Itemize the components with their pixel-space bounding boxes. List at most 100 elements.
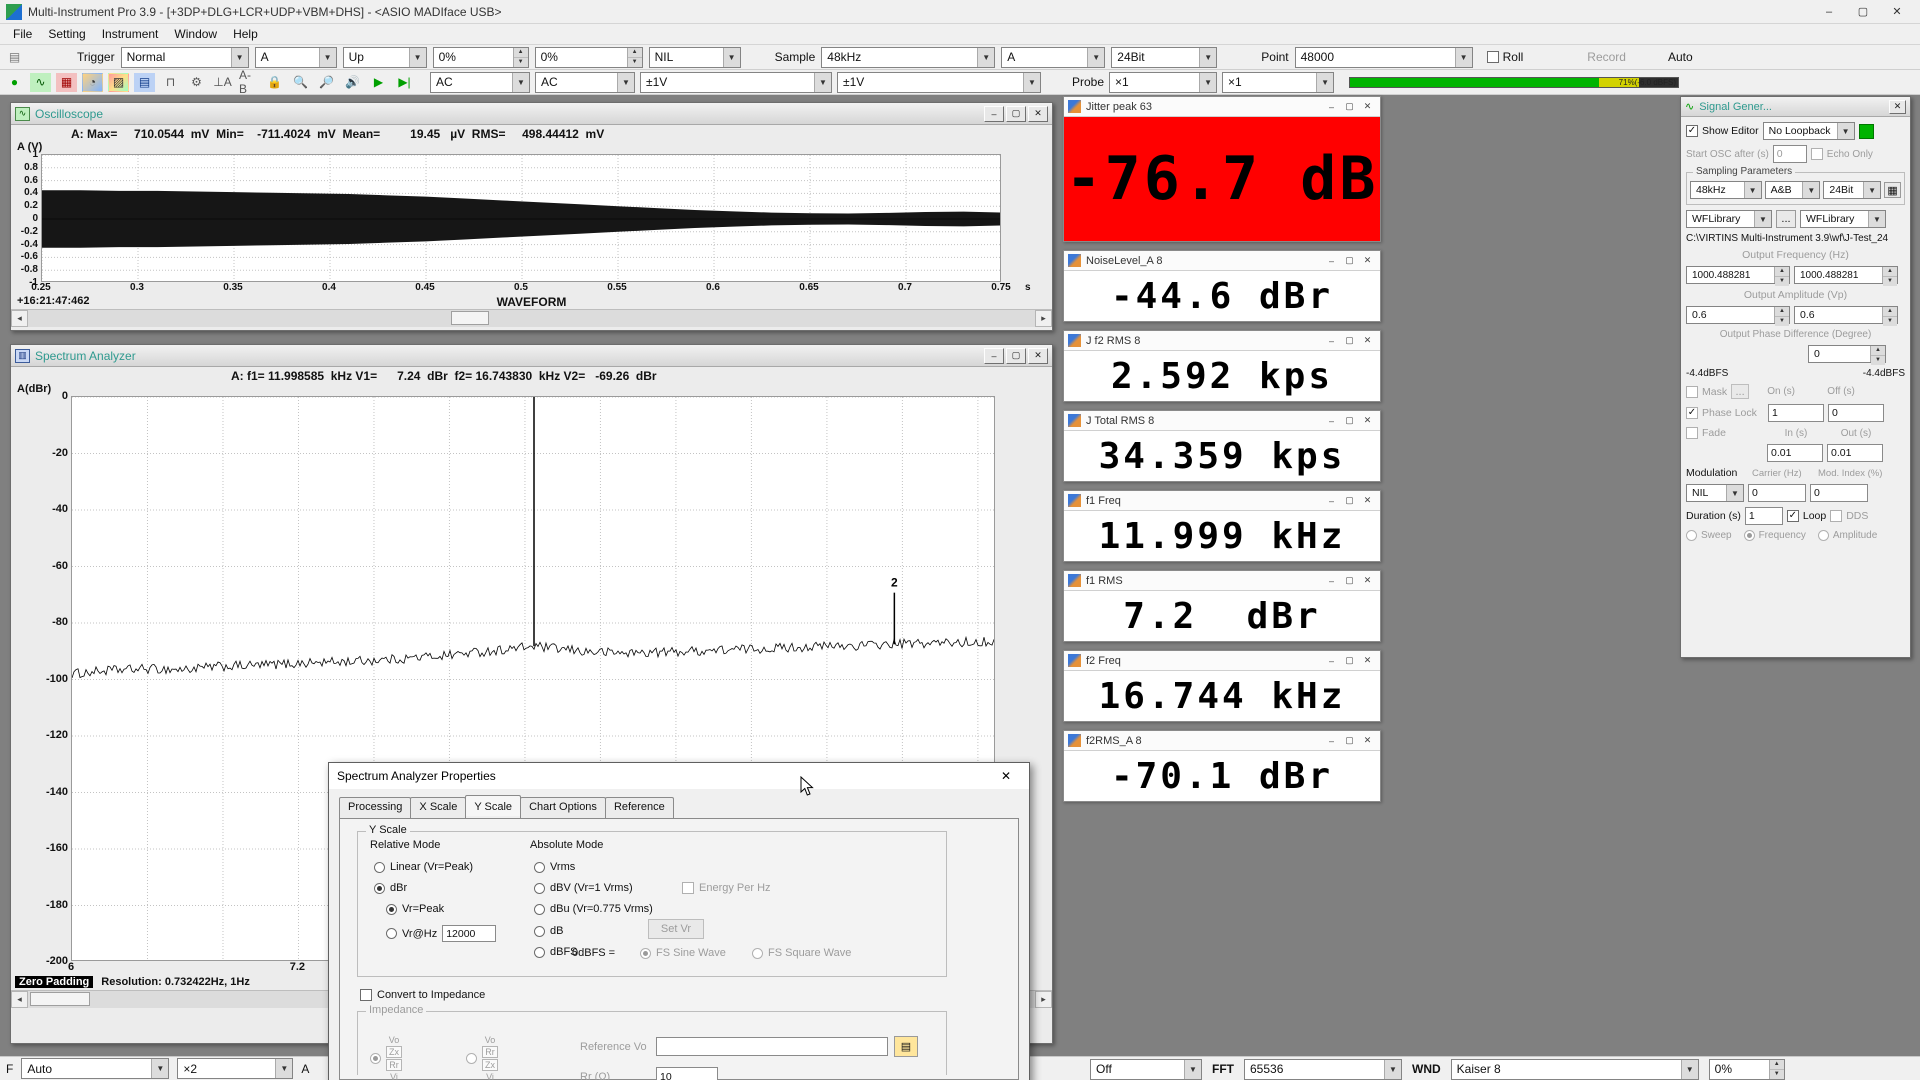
save-icon[interactable]: ▦ xyxy=(1884,182,1901,198)
start-osc-field[interactable]: 0 xyxy=(1773,145,1807,163)
frequency-radio[interactable] xyxy=(1744,530,1755,541)
maximize-icon[interactable]: ▢ xyxy=(1341,254,1358,268)
off-select[interactable]: Off▼ xyxy=(1090,1059,1202,1080)
spinner-arrows-icon[interactable]: ▲▼ xyxy=(627,48,642,67)
phase-lock-b-field[interactable]: 0 xyxy=(1828,404,1884,422)
spinner-arrows-icon[interactable]: ▲▼ xyxy=(1774,267,1789,283)
spectrum-3d-plot-icon[interactable]: ▨ xyxy=(108,73,129,92)
roll-checkbox[interactable] xyxy=(1487,51,1499,63)
spectrum-titlebar[interactable]: ▥ Spectrum Analyzer – ▢ ✕ xyxy=(11,345,1052,367)
overlap-spinner[interactable]: 0%▲▼ xyxy=(1709,1059,1785,1080)
duration-field[interactable]: 1 xyxy=(1745,507,1783,525)
step-icon[interactable]: ▶| xyxy=(394,73,415,92)
amp-a-spinner[interactable]: 0.6▲▼ xyxy=(1686,306,1790,324)
fs-square-radio[interactable] xyxy=(752,948,763,959)
close-icon[interactable]: ✕ xyxy=(1889,100,1906,114)
freq-b-spinner[interactable]: 1000.488281▲▼ xyxy=(1794,266,1898,284)
run-icon[interactable]: ● xyxy=(4,73,25,92)
trigger-extra-select[interactable]: NIL▼ xyxy=(649,47,741,68)
ddp-titlebar[interactable]: f1 Freq –▢✕ xyxy=(1064,491,1380,511)
multimeter-icon[interactable]: ◔ xyxy=(82,73,103,92)
energy-per-hz-checkbox[interactable] xyxy=(682,882,694,894)
probe-b-select[interactable]: ×1▼ xyxy=(1222,72,1334,93)
spinner-arrows-icon[interactable]: ▲▼ xyxy=(1769,1060,1784,1079)
window-function-select[interactable]: Kaiser 8▼ xyxy=(1451,1059,1699,1080)
multiplier-select[interactable]: ×2▼ xyxy=(177,1058,293,1079)
osc-horizontal-scrollbar[interactable]: ◂ ▸ xyxy=(11,309,1052,326)
dialog-titlebar[interactable]: Spectrum Analyzer Properties ✕ xyxy=(329,763,1029,789)
vr-hz-radio[interactable] xyxy=(386,928,397,939)
ddp-titlebar[interactable]: f2RMS_A 8 –▢✕ xyxy=(1064,731,1380,751)
minimize-icon[interactable]: – xyxy=(1323,254,1340,268)
impedance-circuit2-radio[interactable] xyxy=(466,1053,477,1064)
close-icon[interactable]: ✕ xyxy=(1359,574,1376,588)
vrms-radio[interactable] xyxy=(534,862,545,873)
minimize-icon[interactable]: – xyxy=(984,348,1004,364)
ddp-titlebar[interactable]: f2 Freq –▢✕ xyxy=(1064,651,1380,671)
maximize-icon[interactable]: ▢ xyxy=(1341,574,1358,588)
phase-lock-checkbox[interactable]: ✓ xyxy=(1686,407,1698,419)
freq-a-spinner[interactable]: 1000.488281▲▼ xyxy=(1686,266,1790,284)
close-icon[interactable]: ✕ xyxy=(1028,106,1048,122)
fs-square-item[interactable]: FS Square Wave xyxy=(752,947,851,959)
maximize-icon[interactable]: ▢ xyxy=(1846,1,1880,23)
lcr-meter-icon[interactable]: ⊓ xyxy=(160,73,181,92)
sample-bits-select[interactable]: 24Bit▼ xyxy=(1111,47,1217,68)
spectrum-analyzer-icon[interactable]: ▦ xyxy=(56,73,77,92)
energy-per-hz-item[interactable]: Energy Per Hz xyxy=(682,882,771,894)
mask-browse-button[interactable]: ... xyxy=(1731,384,1749,399)
scroll-right-icon[interactable]: ▸ xyxy=(1035,991,1052,1008)
maximize-icon[interactable]: ▢ xyxy=(1341,334,1358,348)
device-test-plan-icon[interactable]: ⚙ xyxy=(186,73,207,92)
set-vr-button[interactable]: Set Vr xyxy=(648,919,704,939)
ddp-titlebar[interactable]: NoiseLevel_A 8 –▢✕ xyxy=(1064,251,1380,271)
coupling-b-select[interactable]: AC▼ xyxy=(535,72,635,93)
loop-checkbox[interactable]: ✓ xyxy=(1787,510,1799,522)
siggen-titlebar[interactable]: ∿ Signal Gener... ✕ xyxy=(1681,97,1910,117)
scroll-right-icon[interactable]: ▸ xyxy=(1035,310,1052,327)
point-count-select[interactable]: 48000▼ xyxy=(1295,47,1473,68)
echo-only-checkbox[interactable] xyxy=(1811,148,1823,160)
phase-lock-a-field[interactable]: 1 xyxy=(1768,404,1824,422)
mask-checkbox[interactable] xyxy=(1686,386,1698,398)
tab-chart-options[interactable]: Chart Options xyxy=(520,797,606,818)
fs-sine-item[interactable]: FS Sine Wave xyxy=(640,947,726,959)
show-editor-checkbox[interactable]: ✓ xyxy=(1686,125,1698,137)
play-icon[interactable]: ▶ xyxy=(368,73,389,92)
menu-file[interactable]: File xyxy=(6,25,39,43)
osc-scroll-track[interactable] xyxy=(28,310,1035,327)
wflibrary-right-select[interactable]: WFLibrary▼ xyxy=(1800,210,1886,228)
minimize-icon[interactable]: – xyxy=(984,106,1004,122)
osc-scroll-thumb[interactable] xyxy=(451,311,489,325)
oscilloscope-plot[interactable] xyxy=(41,154,1001,282)
dbu-radio[interactable] xyxy=(534,904,545,915)
tab-x-scale[interactable]: X Scale xyxy=(410,797,466,818)
menu-window[interactable]: Window xyxy=(167,25,224,43)
amp-b-spinner[interactable]: 0.6▲▼ xyxy=(1794,306,1898,324)
sound-device-icon[interactable]: 🔊 xyxy=(342,73,363,92)
dbu-radio-item[interactable]: dBu (Vr=0.775 Vrms) xyxy=(534,903,653,915)
record-button[interactable]: Record xyxy=(1587,50,1626,64)
dds-checkbox[interactable] xyxy=(1830,510,1842,522)
close-icon[interactable]: ✕ xyxy=(1359,654,1376,668)
auto-button[interactable]: Auto xyxy=(1668,50,1693,64)
fade-in-field[interactable]: 0.01 xyxy=(1767,444,1823,462)
scroll-left-icon[interactable]: ◂ xyxy=(11,310,28,327)
sweep-radio[interactable] xyxy=(1686,530,1697,541)
minimize-icon[interactable]: – xyxy=(1323,654,1340,668)
lock-icon[interactable]: 🔒 xyxy=(264,73,285,92)
close-icon[interactable]: ✕ xyxy=(1028,348,1048,364)
convert-impedance-item[interactable]: Convert to Impedance xyxy=(360,989,485,1001)
db-radio-item[interactable]: dB xyxy=(534,925,563,937)
impedance-option-2[interactable]: Vo Rr Zx Vi xyxy=(466,1035,498,1080)
close-icon[interactable]: ✕ xyxy=(991,764,1021,788)
db-radio[interactable] xyxy=(534,926,545,937)
vr-hz-field[interactable]: 12000 xyxy=(442,925,496,942)
menu-setting[interactable]: Setting xyxy=(41,25,92,43)
spinner-arrows-icon[interactable]: ▲▼ xyxy=(513,48,528,67)
spinner-arrows-icon[interactable]: ▲▼ xyxy=(1882,267,1897,283)
minimize-icon[interactable]: – xyxy=(1323,734,1340,748)
ddp-titlebar[interactable]: J f2 RMS 8 –▢✕ xyxy=(1064,331,1380,351)
dbr-radio-item[interactable]: dBr xyxy=(374,882,407,894)
phase-spinner[interactable]: 0▲▼ xyxy=(1808,345,1886,363)
